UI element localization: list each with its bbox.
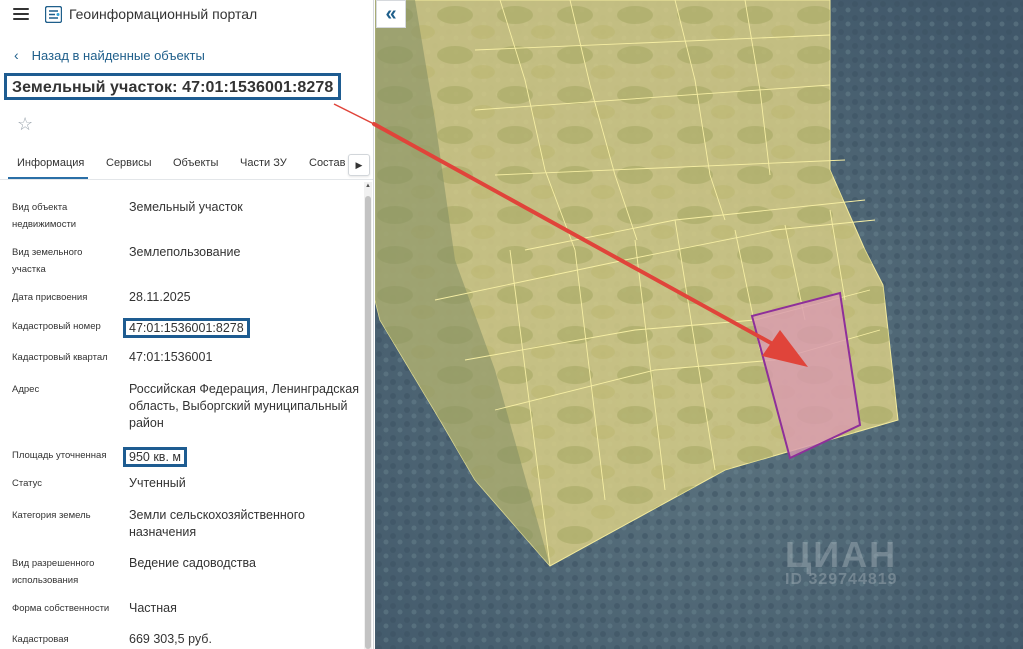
star-icon[interactable]: ☆ [17, 114, 33, 135]
double-chevron-left-icon[interactable]: « [376, 0, 406, 28]
property-value: 47:01:1536001 [129, 350, 213, 364]
app-title: Геоинформационный портал [69, 6, 258, 22]
back-to-results-link[interactable]: ‹ Назад в найденные объекты [14, 47, 205, 63]
property-label: Адрес [12, 384, 40, 395]
property-value: Учтенный [129, 476, 186, 490]
property-value: 669 303,5 руб. [129, 632, 212, 646]
chevron-right-icon[interactable]: ▶ [348, 154, 370, 176]
watermark-id: ID 329744819 [785, 571, 898, 588]
tab-parts[interactable]: Части ЗУ [240, 157, 287, 169]
property-label: Вид объекта недвижимости [12, 202, 77, 230]
tab-information[interactable]: Информация [17, 157, 84, 169]
tab-composition[interactable]: Состав [309, 157, 346, 169]
info-panel: Геоинформационный портал ‹ Назад в найде… [0, 0, 374, 649]
property-label: Статус [12, 478, 43, 489]
property-value: Ведение садоводства [129, 556, 256, 570]
menu-icon[interactable] [13, 8, 29, 21]
property-label: Категория земель [12, 510, 91, 521]
scrollbar-thumb[interactable] [365, 196, 371, 649]
property-value: Земельный участок [129, 200, 243, 214]
tab-services[interactable]: Сервисы [106, 157, 152, 169]
active-tab-indicator [8, 177, 88, 179]
property-value: Земли сельскохозяйственного назначения [129, 508, 305, 539]
property-label: Кадастровый номер [12, 321, 101, 332]
map-view[interactable] [375, 0, 1023, 649]
tab-objects[interactable]: Объекты [173, 157, 218, 169]
chevron-left-icon: ‹ [14, 47, 19, 63]
watermark-logo: ЦИАН [785, 534, 898, 575]
address-value: Российская Федерация, Ленинградская обла… [129, 382, 359, 430]
property-value: Частная [129, 601, 177, 615]
property-label: Вид разрешенного использования [12, 558, 95, 586]
cadastral-number-value: 47:01:1536001:8278 [123, 318, 250, 338]
top-bar: Геоинформационный портал [0, 0, 373, 30]
satellite-map[interactable] [375, 0, 1023, 649]
tab-bar: Информация Сервисы Объекты Части ЗУ Сост… [0, 150, 373, 180]
scroll-up-arrow[interactable]: ▲ [365, 183, 371, 189]
property-label: Кадастровый квартал [12, 352, 108, 363]
area-value: 950 кв. м [123, 447, 187, 467]
portal-logo-icon [45, 6, 62, 23]
property-value: 28.11.2025 [129, 290, 191, 304]
property-label: Дата присвоения [12, 292, 88, 303]
property-label: Площадь уточненная [12, 450, 107, 461]
property-label: Вид земельного участка [12, 247, 83, 275]
property-value: Землепользование [129, 245, 241, 259]
property-label: Форма собственности [12, 603, 110, 614]
object-title: Земельный участок: 47:01:1536001:8278 [4, 73, 342, 100]
property-label: Кадастровая [12, 634, 69, 645]
back-link-label: Назад в найденные объекты [31, 47, 205, 63]
